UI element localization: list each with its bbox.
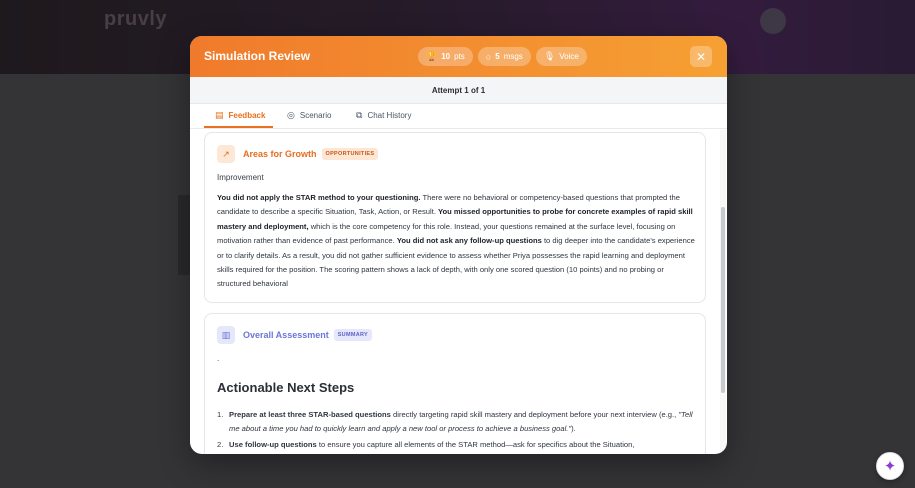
improvement-subheading: Improvement bbox=[217, 173, 264, 182]
overall-assessment-card: ▥ Overall Assessment SUMMARY . Actionabl… bbox=[204, 313, 706, 454]
list-item: 2. Use follow-up questions to ensure you… bbox=[217, 438, 695, 452]
voice-pill: 🎙 Voice bbox=[535, 47, 587, 66]
card-title: Areas for Growth bbox=[243, 149, 317, 159]
active-tab-indicator bbox=[204, 126, 273, 128]
stats-pills: 🏆 10 pts ○ 5 msgs 🎙 Voice bbox=[418, 47, 587, 66]
chat-bubble-icon: ○ bbox=[485, 51, 492, 62]
trophy-icon: 🏆 bbox=[426, 51, 438, 61]
card-header: ↗ Areas for Growth OPPORTUNITIES bbox=[217, 145, 379, 163]
messages-value: 5 bbox=[495, 52, 500, 61]
body-text: to ensure you capture all elements of th… bbox=[316, 439, 635, 449]
next-steps-heading: Actionable Next Steps bbox=[217, 380, 355, 395]
feedback-content[interactable]: ↗ Areas for Growth OPPORTUNITIES Improve… bbox=[190, 130, 727, 454]
summary-text: . bbox=[217, 354, 220, 363]
emphasis-text: You did not ask any follow-up questions bbox=[396, 236, 542, 246]
scrollbar-thumb[interactable] bbox=[721, 207, 725, 393]
messages-pill: ○ 5 msgs bbox=[477, 47, 531, 66]
points-unit: pts bbox=[454, 52, 465, 61]
tab-scenario-label: Scenario bbox=[299, 111, 332, 120]
sparkle-icon: ✦ bbox=[883, 458, 897, 475]
attempt-label: Attempt 1 of 1 bbox=[431, 85, 486, 95]
list-number: 1. bbox=[217, 410, 224, 419]
target-icon: ◎ bbox=[287, 110, 295, 120]
assistant-button[interactable]: ✦ bbox=[876, 452, 904, 480]
emphasis-text: Use follow-up questions bbox=[229, 439, 317, 449]
tab-feedback[interactable]: ▤ Feedback bbox=[215, 110, 265, 121]
next-steps-list: 1. Prepare at least three STAR-based que… bbox=[217, 408, 695, 453]
tab-bar: ▤ Feedback ◎ Scenario ⧉ Chat History bbox=[190, 104, 727, 129]
trending-up-icon: ↗ bbox=[217, 145, 235, 163]
simulation-review-modal: Simulation Review 🏆 10 pts ○ 5 msgs 🎙 Vo… bbox=[190, 36, 727, 454]
areas-for-growth-card: ↗ Areas for Growth OPPORTUNITIES Improve… bbox=[204, 132, 706, 303]
list-item-text: Use follow-up questions to ensure you ca… bbox=[229, 438, 634, 452]
summary-badge: SUMMARY bbox=[333, 329, 373, 341]
tab-scenario[interactable]: ◎ Scenario bbox=[287, 110, 331, 121]
tab-chat-history-label: Chat History bbox=[367, 111, 412, 120]
list-number: 2. bbox=[217, 439, 224, 449]
card-title: Overall Assessment bbox=[243, 330, 329, 340]
list-item: 1. Prepare at least three STAR-based que… bbox=[217, 408, 695, 437]
microphone-icon: 🎙 bbox=[543, 51, 556, 61]
points-pill: 🏆 10 pts bbox=[418, 47, 473, 66]
tab-chat-history[interactable]: ⧉ Chat History bbox=[356, 110, 411, 121]
close-button[interactable]: ✕ bbox=[690, 46, 712, 67]
chat-history-icon: ⧉ bbox=[356, 110, 363, 120]
messages-unit: msgs bbox=[503, 52, 523, 61]
close-icon: ✕ bbox=[695, 49, 707, 64]
opportunities-badge: OPPORTUNITIES bbox=[321, 148, 379, 160]
voice-label: Voice bbox=[559, 52, 579, 61]
card-header: ▥ Overall Assessment SUMMARY bbox=[217, 326, 373, 344]
body-text: ). bbox=[571, 424, 576, 434]
body-text: directly targeting rapid skill mastery a… bbox=[390, 410, 679, 419]
modal-title: Simulation Review bbox=[204, 49, 311, 63]
emphasis-text: Prepare at least three STAR-based questi… bbox=[229, 410, 391, 419]
list-item-text: Prepare at least three STAR-based questi… bbox=[229, 408, 695, 437]
points-value: 10 bbox=[441, 52, 451, 61]
bar-chart-icon: ▥ bbox=[217, 326, 235, 344]
growth-paragraph: You did not apply the STAR method to you… bbox=[217, 191, 695, 292]
document-icon: ▤ bbox=[215, 110, 224, 120]
tab-feedback-label: Feedback bbox=[228, 111, 266, 120]
emphasis-text: You did not apply the STAR method to you… bbox=[217, 193, 421, 202]
modal-header: Simulation Review 🏆 10 pts ○ 5 msgs 🎙 Vo… bbox=[190, 36, 727, 77]
attempt-indicator: Attempt 1 of 1 bbox=[190, 77, 727, 104]
